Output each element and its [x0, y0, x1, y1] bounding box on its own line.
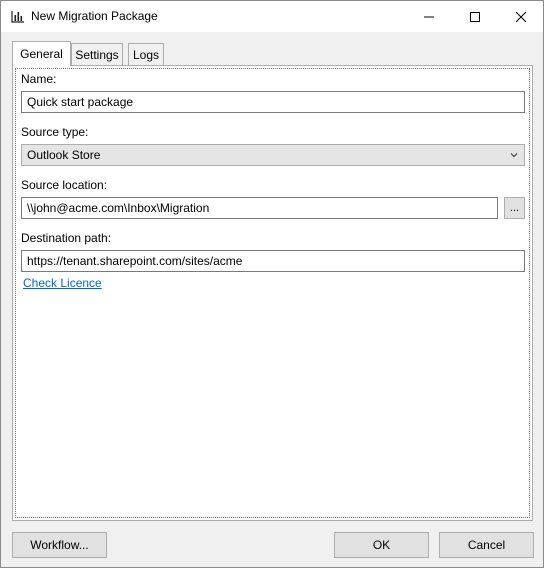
- close-icon: [516, 11, 526, 22]
- close-button[interactable]: [498, 1, 543, 32]
- browse-button[interactable]: ...: [504, 197, 525, 219]
- check-licence-link[interactable]: Check Licence: [23, 276, 102, 290]
- source-type-value: Outlook Store: [27, 148, 101, 162]
- tab-logs[interactable]: Logs: [128, 43, 164, 65]
- source-location-input[interactable]: \\john@acme.com\Inbox\Migration: [21, 197, 498, 219]
- title-bar[interactable]: New Migration Package: [1, 1, 543, 32]
- name-label: Name:: [21, 72, 57, 86]
- source-location-label: Source location:: [21, 178, 108, 192]
- minimize-button[interactable]: [406, 1, 452, 32]
- tab-settings[interactable]: Settings: [71, 43, 123, 65]
- focus-outline: [15, 68, 530, 518]
- cancel-button[interactable]: Cancel: [439, 532, 534, 558]
- window-title: New Migration Package: [31, 9, 158, 23]
- chevron-down-icon: [510, 153, 518, 158]
- bar-chart-icon: [11, 11, 24, 23]
- dialog-window: New Migration Package General Settings L…: [0, 0, 544, 568]
- general-tab-panel: Name: Quick start package Source type: O…: [12, 65, 533, 521]
- source-type-select[interactable]: Outlook Store: [21, 144, 525, 166]
- ok-button[interactable]: OK: [334, 532, 429, 558]
- minimize-icon: [424, 16, 434, 17]
- destination-path-input[interactable]: https://tenant.sharepoint.com/sites/acme: [21, 250, 525, 272]
- destination-path-label: Destination path:: [21, 231, 112, 245]
- maximize-button[interactable]: [452, 1, 498, 32]
- tab-general[interactable]: General: [12, 41, 71, 66]
- maximize-icon: [470, 11, 480, 22]
- source-type-label: Source type:: [21, 125, 89, 139]
- name-input[interactable]: Quick start package: [21, 91, 525, 113]
- workflow-button[interactable]: Workflow...: [12, 532, 107, 558]
